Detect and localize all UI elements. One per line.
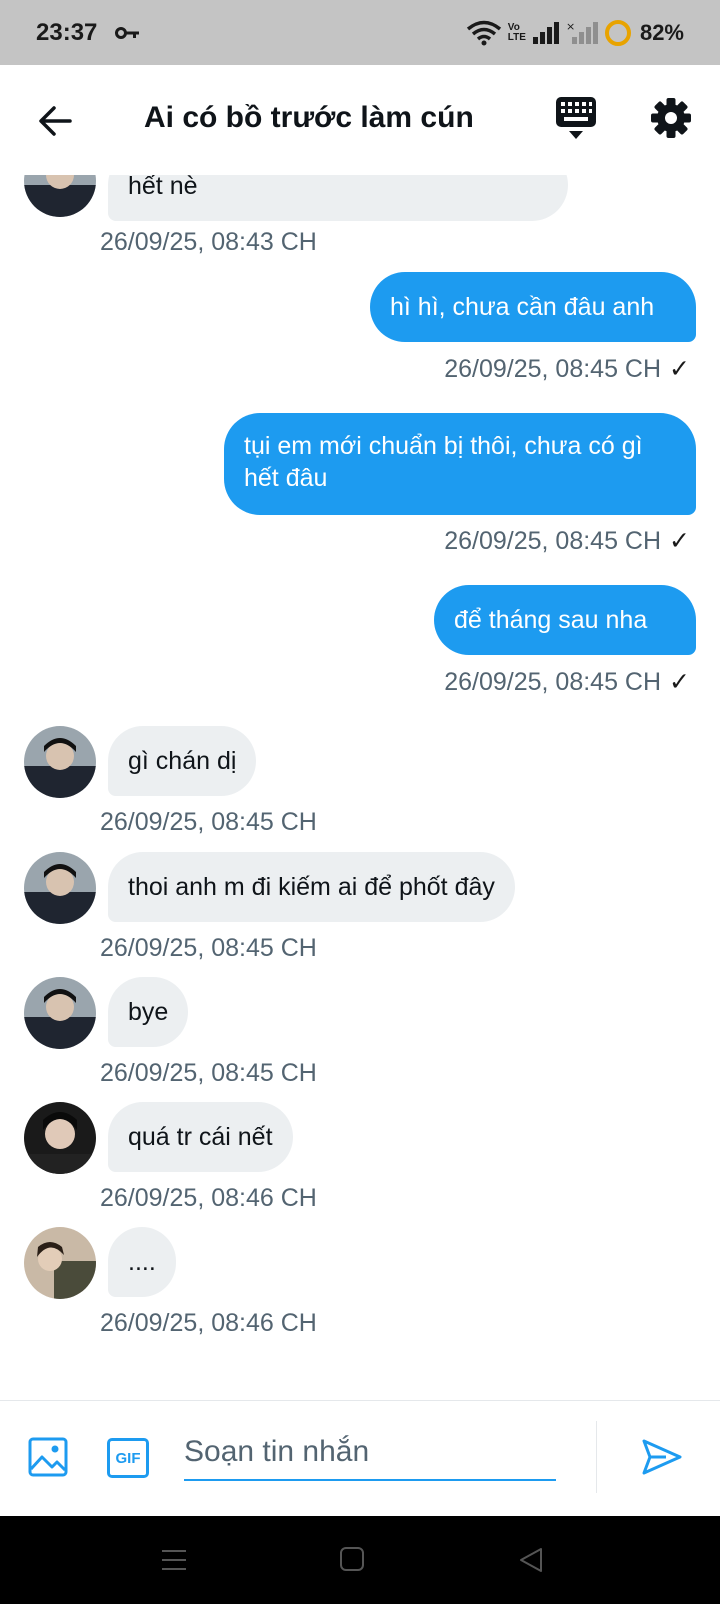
message-list[interactable]: hết nè 26/09/25, 08:43 CH hì hì, chưa cầ… <box>0 175 720 1400</box>
wifi-icon <box>466 20 501 45</box>
message-text: .... <box>128 1248 156 1276</box>
message-bubble[interactable]: hì hì, chưa cần đâu anh <box>370 272 696 342</box>
message-text: bye <box>128 998 169 1026</box>
message-text: tụi em mới chuẩn bị thôi, chưa có gì hết… <box>244 432 643 492</box>
message-text: hì hì, chưa cần đâu anh <box>390 293 655 321</box>
message-text: quá tr cái nết <box>128 1123 273 1151</box>
message-bubble[interactable]: bye <box>108 977 189 1047</box>
battery-ring-icon <box>604 19 631 46</box>
signal-icon <box>532 21 559 44</box>
battery-percent: 82% <box>639 19 684 45</box>
message-bubble[interactable]: thoi anh m đi kiếm ai để phốt đây <box>108 852 515 922</box>
avatar[interactable] <box>24 1102 96 1174</box>
message-timestamp: 26/09/25, 08:45 CH ✓ <box>444 355 690 383</box>
divider <box>596 1421 597 1493</box>
message-timestamp: 26/09/25, 08:45 CH ✓ <box>444 527 690 555</box>
back-arrow-icon[interactable] <box>36 101 76 141</box>
page-title: Ai có bồ trước làm cún <box>144 101 474 134</box>
message-text: để tháng sau nha <box>454 606 648 634</box>
message-timestamp: 26/09/25, 08:45 CH <box>100 808 317 836</box>
avatar[interactable] <box>24 977 96 1049</box>
message-bubble[interactable]: hết nè <box>108 175 568 221</box>
read-check-icon: ✓ <box>669 527 690 555</box>
avatar[interactable] <box>24 852 96 924</box>
message-timestamp: 26/09/25, 08:45 CH ✓ <box>444 668 690 696</box>
message-timestamp: 26/09/25, 08:46 CH <box>100 1184 317 1212</box>
message-timestamp: 26/09/25, 08:43 CH <box>100 228 317 256</box>
svg-text:×: × <box>566 20 575 33</box>
send-icon[interactable] <box>640 1435 684 1479</box>
menu-icon[interactable] <box>160 1548 188 1572</box>
signal-empty-icon: × <box>566 20 598 44</box>
avatar[interactable] <box>24 1227 96 1299</box>
read-check-icon: ✓ <box>669 668 690 696</box>
message-text: gì chán dị <box>128 747 237 775</box>
chat-header: Ai có bồ trước làm cún <box>0 65 720 175</box>
message-bubble[interactable]: để tháng sau nha <box>434 585 696 655</box>
message-composer: GIF <box>0 1400 720 1516</box>
avatar[interactable] <box>24 726 96 798</box>
volte-indicator: Vo LTE <box>507 21 526 43</box>
home-icon[interactable] <box>339 1546 365 1572</box>
gif-icon[interactable]: GIF <box>107 1438 149 1478</box>
message-bubble[interactable]: .... <box>108 1227 176 1297</box>
key-icon <box>115 26 140 39</box>
message-bubble[interactable]: tụi em mới chuẩn bị thôi, chưa có gì hết… <box>224 413 696 515</box>
message-timestamp: 26/09/25, 08:46 CH <box>100 1309 317 1337</box>
back-triangle-icon[interactable] <box>518 1546 544 1574</box>
status-icons: Vo LTE × 82% <box>466 19 684 47</box>
message-text: hết nè <box>128 175 198 200</box>
status-bar: 23:37 Vo LTE × 82% <box>0 0 720 65</box>
message-bubble[interactable]: gì chán dị <box>108 726 257 796</box>
system-nav-bar <box>0 1516 720 1604</box>
message-input[interactable] <box>184 1425 556 1481</box>
gear-icon[interactable] <box>650 97 692 139</box>
status-time: 23:37 <box>36 18 98 46</box>
message-bubble[interactable]: quá tr cái nết <box>108 1102 293 1172</box>
read-check-icon: ✓ <box>669 355 690 383</box>
message-text: thoi anh m đi kiếm ai để phốt đây <box>128 873 495 901</box>
message-timestamp: 26/09/25, 08:45 CH <box>100 1059 317 1087</box>
image-icon[interactable] <box>28 1437 68 1477</box>
keyboard-icon[interactable] <box>554 95 598 141</box>
message-timestamp: 26/09/25, 08:45 CH <box>100 934 317 962</box>
avatar[interactable] <box>24 175 96 217</box>
